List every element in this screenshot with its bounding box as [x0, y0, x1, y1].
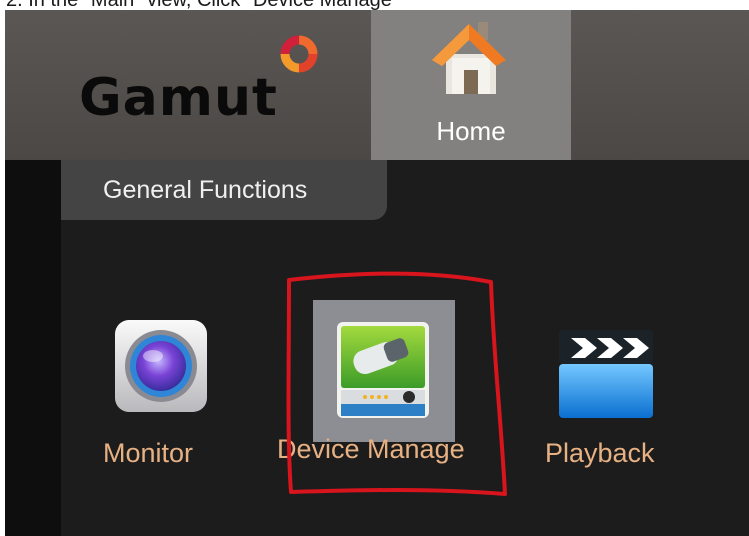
device-manage-icon	[337, 322, 429, 418]
monitor-button[interactable]: Monitor	[103, 318, 213, 488]
tab-home[interactable]: Home	[371, 10, 571, 160]
tab-general-functions[interactable]: General Functions	[61, 160, 387, 220]
playback-label: Playback	[545, 438, 655, 468]
home-icon	[432, 22, 506, 94]
device-manage-button[interactable]: Device Manage	[277, 300, 465, 470]
logo-text: Gamut	[79, 68, 278, 128]
tab-home-label: Home	[436, 116, 506, 146]
logo: Gamut	[5, 10, 365, 160]
playback-button[interactable]: Playback	[545, 324, 657, 494]
monitor-icon	[115, 320, 207, 412]
playback-clapperboard-icon	[559, 330, 653, 418]
gamut-logo-icon	[280, 35, 318, 73]
tab-general-functions-label: General Functions	[103, 176, 308, 204]
left-sidebar	[5, 160, 61, 536]
app-window: Gamut Home General Functions Monitor Dev…	[5, 10, 749, 536]
top-bar: Gamut Home	[5, 10, 749, 160]
device-manage-label: Device Manage	[277, 434, 465, 464]
